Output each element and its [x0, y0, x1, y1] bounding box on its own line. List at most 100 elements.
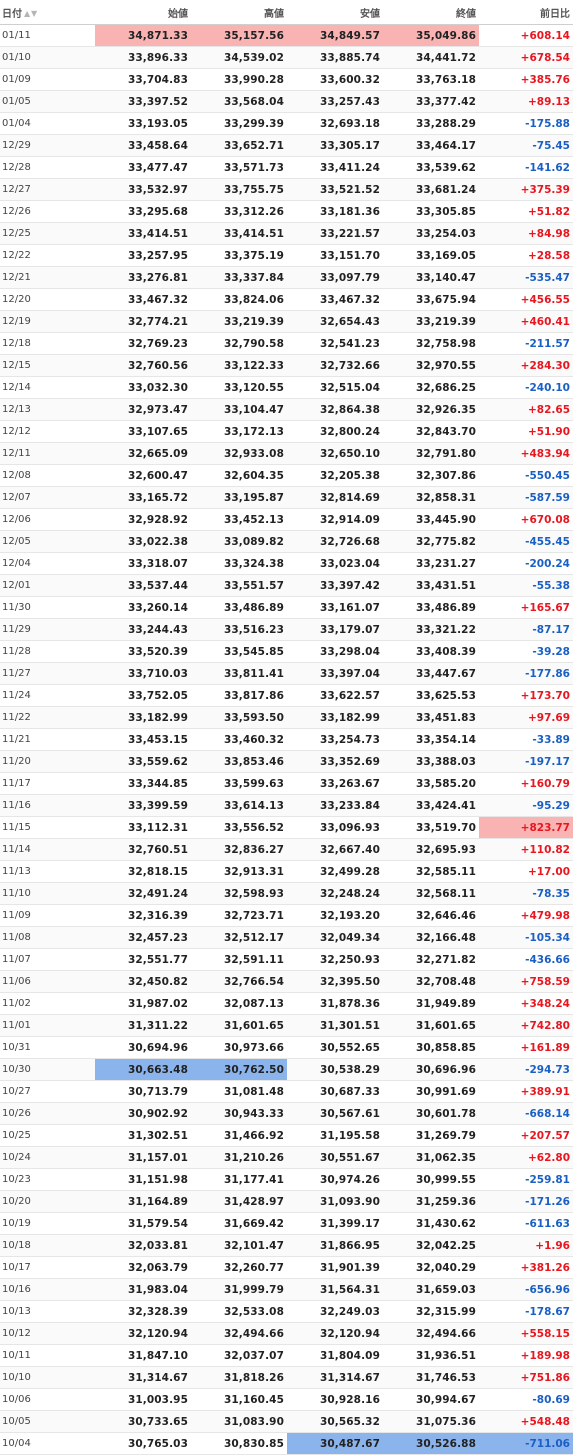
cell-date: 11/27 — [0, 662, 95, 685]
cell-change: +456.55 — [479, 288, 573, 311]
cell-open: 33,453.15 — [95, 728, 191, 751]
cell-close: 33,321.22 — [383, 618, 479, 641]
cell-date: 11/09 — [0, 904, 95, 927]
cell-low: 31,901.39 — [287, 1256, 383, 1279]
cell-change: +207.57 — [479, 1124, 573, 1147]
cell-change: -550.45 — [479, 464, 573, 487]
cell-close: 33,288.29 — [383, 112, 479, 135]
cell-date: 10/17 — [0, 1256, 95, 1279]
cell-date: 01/05 — [0, 90, 95, 113]
cell-open: 32,491.24 — [95, 882, 191, 905]
cell-low: 33,467.32 — [287, 288, 383, 311]
cell-low: 31,564.31 — [287, 1278, 383, 1301]
cell-close: 33,519.70 — [383, 816, 479, 839]
cell-high: 34,539.02 — [191, 46, 287, 69]
cell-low: 32,693.18 — [287, 112, 383, 135]
cell-open: 33,399.59 — [95, 794, 191, 817]
cell-open: 33,257.95 — [95, 244, 191, 267]
cell-open: 33,414.51 — [95, 222, 191, 245]
cell-low: 30,487.67 — [287, 1432, 383, 1455]
cell-high: 31,083.90 — [191, 1410, 287, 1433]
cell-open: 33,458.64 — [95, 134, 191, 157]
cell-date: 11/21 — [0, 728, 95, 751]
cell-close: 30,526.88 — [383, 1432, 479, 1455]
cell-low: 32,205.38 — [287, 464, 383, 487]
table-row: 11/06 32,450.82 32,766.54 32,395.50 32,708.4… — [0, 970, 573, 993]
cell-close: 33,231.27 — [383, 552, 479, 575]
cell-low: 33,182.99 — [287, 706, 383, 729]
cell-date: 12/26 — [0, 200, 95, 223]
sort-toggle[interactable]: ▲ ▼ — [24, 9, 37, 18]
cell-change: -711.06 — [479, 1432, 573, 1455]
cell-close: 33,486.89 — [383, 596, 479, 619]
cell-close: 33,254.03 — [383, 222, 479, 245]
cell-close: 32,758.98 — [383, 332, 479, 355]
cell-change: +678.54 — [479, 46, 573, 69]
cell-date: 10/30 — [0, 1058, 95, 1081]
cell-change: -200.24 — [479, 552, 573, 575]
table-row: 12/20 33,467.32 33,824.06 33,467.32 33,675.9… — [0, 288, 573, 311]
table-row: 11/15 33,112.31 33,556.52 33,096.93 33,519.7… — [0, 816, 573, 839]
table-row: 12/07 33,165.72 33,195.87 32,814.69 32,858.3… — [0, 486, 573, 509]
table-row: 10/31 30,694.96 30,973.66 30,552.65 30,858.8… — [0, 1036, 573, 1059]
cell-change: -33.89 — [479, 728, 573, 751]
cell-open: 33,165.72 — [95, 486, 191, 509]
cell-open: 32,760.51 — [95, 838, 191, 861]
cell-high: 33,452.13 — [191, 508, 287, 531]
cell-low: 33,096.93 — [287, 816, 383, 839]
cell-date: 10/19 — [0, 1212, 95, 1235]
cell-date: 11/22 — [0, 706, 95, 729]
cell-close: 32,646.46 — [383, 904, 479, 927]
cell-date: 12/05 — [0, 530, 95, 553]
cell-date: 10/26 — [0, 1102, 95, 1125]
cell-high: 30,830.85 — [191, 1432, 287, 1455]
cell-open: 31,003.95 — [95, 1388, 191, 1411]
cell-date: 12/11 — [0, 442, 95, 465]
cell-open: 32,551.77 — [95, 948, 191, 971]
cell-date: 11/15 — [0, 816, 95, 839]
cell-date: 12/21 — [0, 266, 95, 289]
sort-descending-icon[interactable]: ▼ — [31, 9, 37, 18]
cell-high: 31,160.45 — [191, 1388, 287, 1411]
cell-high: 33,089.82 — [191, 530, 287, 553]
table-row: 11/27 33,710.03 33,811.41 33,397.04 33,447.6… — [0, 662, 573, 685]
column-header-open: 始値 — [95, 0, 191, 25]
cell-date: 10/12 — [0, 1322, 95, 1345]
cell-change: -95.29 — [479, 794, 573, 817]
column-header-date[interactable]: 日付 ▲ ▼ — [0, 0, 95, 25]
cell-open: 34,871.33 — [95, 24, 191, 47]
cell-close: 33,305.85 — [383, 200, 479, 223]
cell-low: 33,023.04 — [287, 552, 383, 575]
sort-ascending-icon[interactable]: ▲ — [24, 9, 30, 18]
cell-close: 33,408.39 — [383, 640, 479, 663]
table-row: 12/28 33,477.47 33,571.73 33,411.24 33,539.6… — [0, 156, 573, 179]
cell-low: 32,914.09 — [287, 508, 383, 531]
cell-close: 31,659.03 — [383, 1278, 479, 1301]
table-row: 10/23 31,151.98 31,177.41 30,974.26 30,999.5… — [0, 1168, 573, 1191]
cell-change: +84.98 — [479, 222, 573, 245]
cell-open: 30,713.79 — [95, 1080, 191, 1103]
table-row: 12/14 33,032.30 33,120.55 32,515.04 32,686.2… — [0, 376, 573, 399]
cell-change: +548.48 — [479, 1410, 573, 1433]
cell-date: 11/08 — [0, 926, 95, 949]
table-row: 11/22 33,182.99 33,593.50 33,182.99 33,451.8… — [0, 706, 573, 729]
cell-open: 33,193.05 — [95, 112, 191, 135]
cell-high: 33,990.28 — [191, 68, 287, 91]
cell-close: 33,681.24 — [383, 178, 479, 201]
column-header-high: 高値 — [191, 0, 287, 25]
table-row: 10/06 31,003.95 31,160.45 30,928.16 30,994.6… — [0, 1388, 573, 1411]
table-row: 12/25 33,414.51 33,414.51 33,221.57 33,254.0… — [0, 222, 573, 245]
cell-high: 32,723.71 — [191, 904, 287, 927]
cell-close: 31,936.51 — [383, 1344, 479, 1367]
cell-open: 30,733.65 — [95, 1410, 191, 1433]
cell-date: 11/06 — [0, 970, 95, 993]
cell-change: +51.82 — [479, 200, 573, 223]
cell-low: 32,049.34 — [287, 926, 383, 949]
table-row: 10/10 31,314.67 31,818.26 31,314.67 31,746.5… — [0, 1366, 573, 1389]
cell-close: 31,075.36 — [383, 1410, 479, 1433]
cell-change: +17.00 — [479, 860, 573, 883]
cell-low: 30,974.26 — [287, 1168, 383, 1191]
cell-close: 33,424.41 — [383, 794, 479, 817]
cell-high: 33,755.75 — [191, 178, 287, 201]
cell-high: 33,516.23 — [191, 618, 287, 641]
